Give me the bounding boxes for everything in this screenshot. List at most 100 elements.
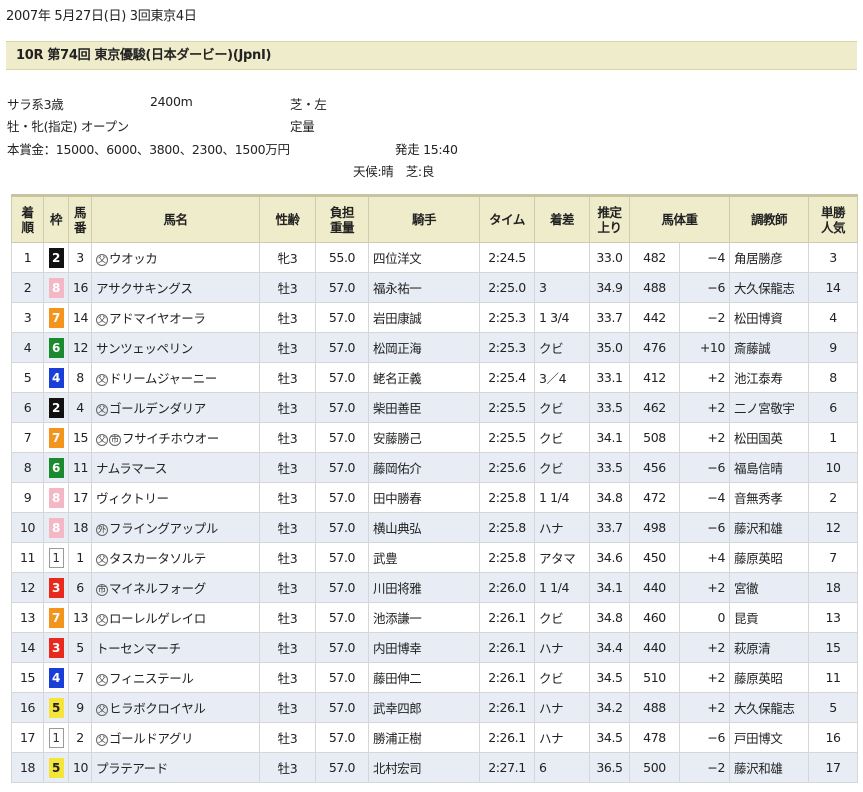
cell-jockey: 田中勝春	[368, 482, 480, 513]
header-body-weight: 馬体重	[628, 195, 731, 243]
table-row[interactable]: 8 6 11 ナムラマース 牡3 57.0 藤岡佑介 2:25.6 クビ 33.5 456 −6 福島信…	[11, 452, 859, 483]
horse-mark-icon: 父	[96, 313, 108, 326]
table-row[interactable]: 16 5 9 父ヒラボクロイヤル 牡3 57.0 武幸四郎 2:26.1 ハナ 34.2 488 +2…	[11, 692, 859, 723]
cell-trainer: 角居勝彦	[729, 242, 810, 273]
table-row[interactable]: 6 2 4 父ゴールデンダリア 牡3 57.0 柴田善臣 2:25.5 クビ 33.5 462 +2 二…	[11, 392, 859, 423]
cell-jockey: 藤岡佑介	[368, 452, 480, 483]
cell-weight: 57.0	[315, 302, 369, 333]
race-category: サラ系3歳	[7, 97, 64, 112]
header-popularity: 単勝 人気	[808, 195, 859, 243]
race-date: 2007年 5月27日(日) 3回東京4日	[6, 9, 197, 24]
cell-body-weight-diff: +2	[678, 572, 731, 603]
cell-umaban: 12	[68, 332, 92, 363]
cell-body-weight: 498	[629, 512, 680, 543]
cell-popularity: 4	[808, 302, 859, 333]
cell-umaban: 9	[68, 692, 92, 723]
cell-time: 2:25.8	[479, 482, 535, 513]
cell-time: 2:25.0	[479, 272, 535, 303]
cell-time: 2:26.1	[479, 632, 535, 663]
race-post-time: 発走 15:40	[395, 142, 458, 157]
cell-popularity: 9	[808, 332, 859, 363]
waku-badge: 2	[48, 247, 64, 268]
cell-body-weight-diff: +2	[678, 422, 731, 453]
table-row[interactable]: 17 1 2 父ゴールドアグリ 牡3 57.0 勝浦正樹 2:26.1 ハナ 34.5 478 −6 戸…	[11, 722, 859, 753]
cell-weight: 57.0	[315, 662, 369, 693]
cell-weight: 57.0	[315, 632, 369, 663]
horse-mark-icon: 父	[96, 703, 108, 716]
cell-sex-age: 牡3	[259, 572, 316, 603]
cell-rank: 11	[11, 542, 44, 573]
cell-popularity: 7	[808, 542, 859, 573]
cell-sex-age: 牡3	[259, 422, 316, 453]
cell-umaban: 18	[68, 512, 92, 543]
cell-waku: 3	[43, 632, 69, 663]
cell-margin: クビ	[534, 452, 590, 483]
cell-waku: 8	[43, 512, 69, 543]
header-time: タイム	[479, 195, 535, 243]
waku-badge: 3	[48, 637, 64, 658]
waku-badge: 7	[48, 607, 64, 628]
cell-trainer: 松田博資	[729, 302, 810, 333]
cell-body-weight: 472	[629, 482, 680, 513]
cell-trainer: 藤沢和雄	[729, 512, 810, 543]
table-row[interactable]: 13 7 13 父ローレルゲレイロ 牡3 57.0 池添謙一 2:26.1 クビ 34.8 460 0…	[11, 602, 859, 633]
table-row[interactable]: 3 7 14 父アドマイヤオーラ 牡3 57.0 岩田康誠 2:25.3 1 3/4 33.7 44…	[11, 302, 859, 333]
cell-weight: 57.0	[315, 602, 369, 633]
race-weather: 天候:晴 芝:良	[353, 164, 435, 179]
table-row[interactable]: 14 3 5 トーセンマーチ 牡3 57.0 内田博幸 2:26.1 ハナ 34.4 440 +2 萩原…	[11, 632, 859, 663]
table-row[interactable]: 11 1 1 父タスカータソルテ 牡3 57.0 武豊 2:25.8 アタマ 34.6 450 +4 藤…	[11, 542, 859, 573]
cell-umaban: 8	[68, 362, 92, 393]
cell-margin: クビ	[534, 422, 590, 453]
cell-margin: 1 1/4	[534, 572, 590, 603]
table-row[interactable]: 9 8 17 ヴィクトリー 牡3 57.0 田中勝春 2:25.8 1 1/4 34.8 472 −4…	[11, 482, 859, 513]
cell-last3f: 36.5	[589, 752, 630, 783]
table-row[interactable]: 7 7 15 父市フサイチホウオー 牡3 57.0 安藤勝己 2:25.5 クビ 34.1 508 +…	[11, 422, 859, 453]
table-row[interactable]: 12 3 6 市マイネルフォーグ 牡3 57.0 川田将雅 2:26.0 1 1/4 34.1 44…	[11, 572, 859, 603]
header-jockey: 騎手	[368, 195, 480, 243]
table-row[interactable]: 10 8 18 外フライングアップル 牡3 57.0 横山典弘 2:25.8 ハナ 33.7 498…	[11, 512, 859, 543]
waku-badge: 7	[48, 427, 64, 448]
horse-name: ドリームジャーニー	[109, 371, 217, 386]
header-umaban: 馬 番	[68, 195, 92, 243]
cell-rank: 4	[11, 332, 44, 363]
cell-body-weight-diff: −2	[678, 752, 731, 783]
cell-popularity: 8	[808, 362, 859, 393]
cell-weight: 57.0	[315, 332, 369, 363]
cell-body-weight-diff: 0	[678, 602, 731, 633]
cell-sex-age: 牝3	[259, 242, 316, 273]
cell-rank: 17	[11, 722, 44, 753]
table-row[interactable]: 1 2 3 父ウオッカ 牝3 55.0 四位洋文 2:24.5 33.0 482 −4 角居勝彦 3	[11, 242, 859, 273]
table-row[interactable]: 5 4 8 父ドリームジャーニー 牡3 57.0 蛯名正義 2:25.4 3／4 33.1 412 +…	[11, 362, 859, 393]
race-weight-rule: 定量	[290, 119, 315, 134]
table-row[interactable]: 15 4 7 父フィニステール 牡3 57.0 藤田伸二 2:26.1 クビ 34.5 510 +2 藤…	[11, 662, 859, 693]
cell-sex-age: 牡3	[259, 722, 316, 753]
cell-horse-name: 父ゴールデンダリア	[91, 392, 260, 423]
cell-rank: 13	[11, 602, 44, 633]
cell-popularity: 3	[808, 242, 859, 273]
table-row[interactable]: 2 8 16 アサクサキングス 牡3 57.0 福永祐一 2:25.0 3 34.9 488 −6 大久…	[11, 272, 859, 303]
cell-body-weight: 460	[629, 602, 680, 633]
cell-margin: 6	[534, 752, 590, 783]
cell-jockey: 内田博幸	[368, 632, 480, 663]
cell-popularity: 14	[808, 272, 859, 303]
cell-popularity: 5	[808, 692, 859, 723]
cell-horse-name: 父ゴールドアグリ	[91, 722, 260, 753]
horse-name: ウオッカ	[109, 251, 158, 266]
horse-mark-icon: 父	[96, 613, 108, 626]
table-row[interactable]: 4 6 12 サンツェッペリン 牡3 57.0 松岡正海 2:25.3 クビ 35.0 476 +10…	[11, 332, 859, 363]
cell-horse-name: プラテアード	[91, 752, 260, 783]
cell-umaban: 15	[68, 422, 92, 453]
cell-margin: クビ	[534, 392, 590, 423]
horse-name: ヒラボクロイヤル	[109, 701, 206, 716]
cell-weight: 57.0	[315, 422, 369, 453]
cell-weight: 57.0	[315, 512, 369, 543]
table-row[interactable]: 18 5 10 プラテアード 牡3 57.0 北村宏司 2:27.1 6 36.5 500 −2 藤沢和…	[11, 752, 859, 783]
cell-last3f: 34.1	[589, 572, 630, 603]
horse-mark-icon: 市	[109, 433, 121, 446]
horse-name: プラテアード	[96, 761, 168, 776]
waku-badge: 8	[48, 487, 64, 508]
cell-rank: 7	[11, 422, 44, 453]
cell-rank: 10	[11, 512, 44, 543]
cell-margin	[534, 242, 590, 273]
cell-body-weight-diff: −4	[678, 482, 731, 513]
